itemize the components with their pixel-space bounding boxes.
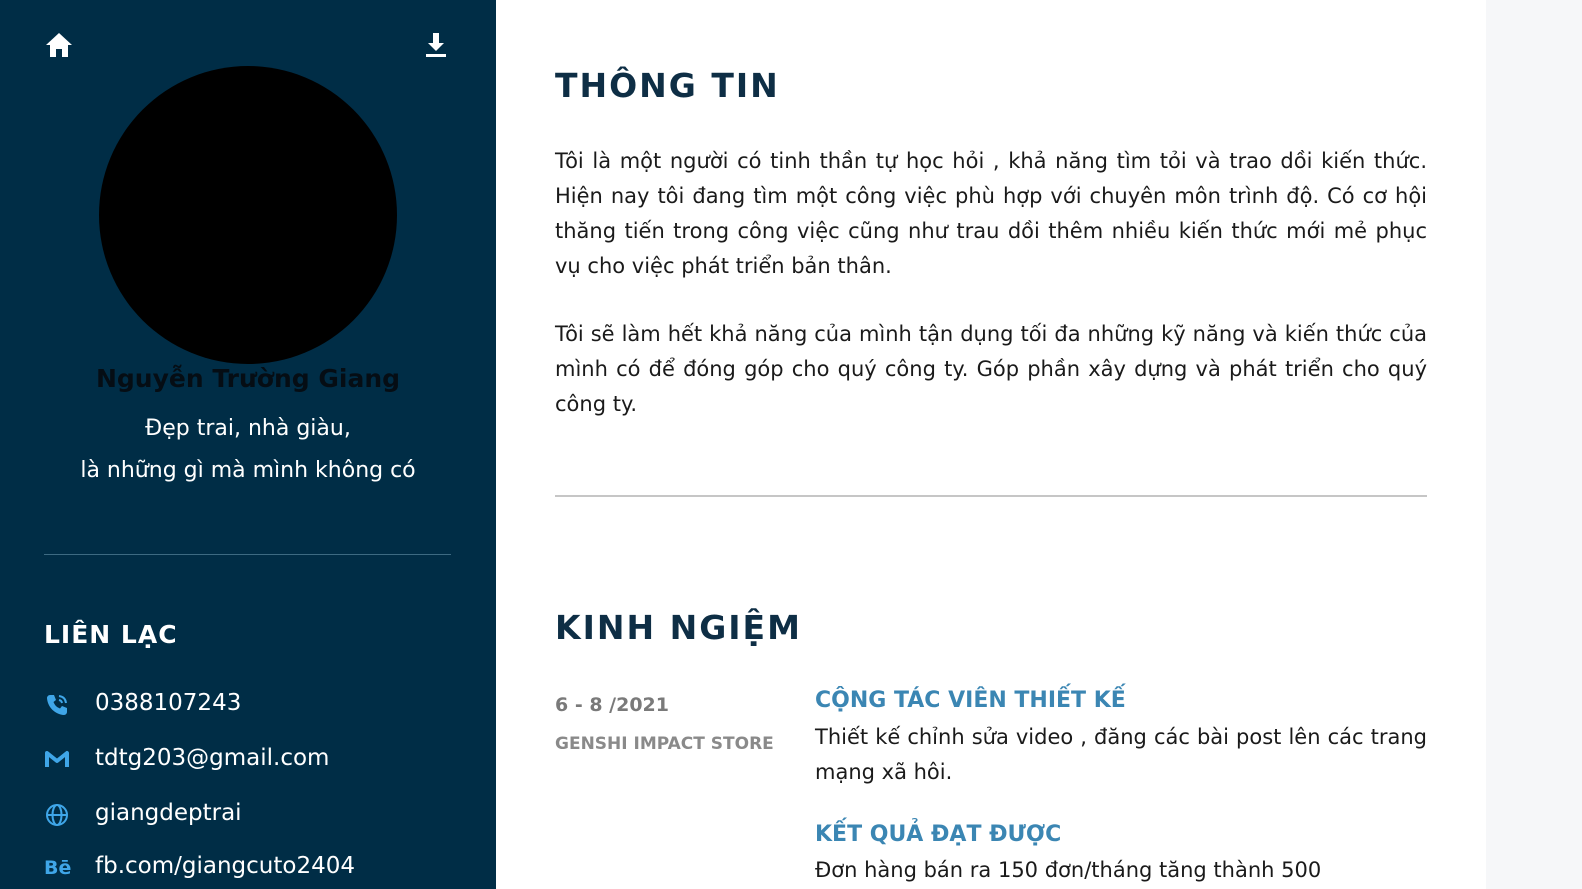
sidebar-divider [44, 554, 451, 555]
experience-section-title: KINH NGIỆM [555, 608, 802, 647]
globe-icon [44, 802, 74, 828]
contact-social[interactable]: Bē fb.com/giangcuto2404 [44, 853, 464, 883]
tagline-line-1: Đẹp trai, nhà giàu, [145, 416, 351, 441]
download-icon[interactable] [421, 30, 451, 60]
tagline-line-2: là những gì mà mình không có [80, 458, 416, 483]
page-background [1486, 0, 1582, 889]
contact-website-text: giangdeptrai [95, 800, 242, 826]
contact-social-text: fb.com/giangcuto2404 [95, 853, 355, 879]
contact-email[interactable]: tdtg203@gmail.com [44, 745, 464, 775]
about-section-title: THÔNG TIN [555, 66, 780, 105]
contact-section-title: LIÊN LẠC [44, 620, 178, 649]
profile-name: Nguyễn Trường Giang [95, 364, 401, 393]
experience-role: CỘNG TÁC VIÊN THIẾT KẾ [815, 688, 1126, 713]
contact-website[interactable]: giangdeptrai [44, 800, 464, 830]
contact-email-text: tdtg203@gmail.com [95, 745, 330, 771]
avatar [99, 66, 397, 364]
behance-icon: Bē [44, 857, 72, 879]
experience-company: GENSHI IMPACT STORE [555, 734, 774, 754]
contact-phone[interactable]: 0388107243 [44, 690, 464, 720]
about-paragraph-2: Tôi sẽ làm hết khả năng của mình tận dụn… [555, 322, 1427, 416]
sidebar: Nguyễn Trường Giang Đẹp trai, nhà giàu, … [0, 0, 496, 889]
experience-description: Thiết kế chỉnh sửa video , đăng các bài … [815, 725, 1427, 784]
section-divider [555, 495, 1427, 497]
experience-date: 6 - 8 /2021 [555, 694, 669, 716]
about-paragraph-1: Tôi là một người có tinh thần tự học hỏi… [555, 149, 1427, 278]
home-icon[interactable] [44, 30, 74, 60]
phone-icon [44, 692, 74, 718]
experience-result-description: Đơn hàng bán ra 150 đơn/tháng tăng thành… [815, 858, 1322, 882]
experience-result-title: KẾT QUẢ ĐẠT ĐƯỢC [815, 822, 1062, 847]
contact-phone-text: 0388107243 [95, 690, 242, 716]
gmail-icon [44, 747, 74, 773]
main-content: THÔNG TIN Tôi là một người có tinh thần … [496, 0, 1486, 889]
